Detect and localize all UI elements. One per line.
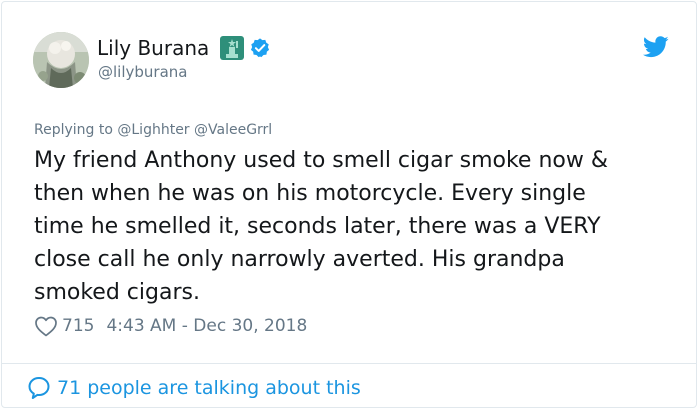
author-handle[interactable]: @lilyburana — [98, 63, 187, 81]
verified-badge-icon — [251, 38, 270, 58]
like-count[interactable]: 715 — [62, 316, 94, 336]
avatar[interactable] — [33, 32, 89, 88]
speech-bubble-icon — [28, 377, 50, 399]
conversation-link[interactable]: 71 people are talking about this — [26, 374, 361, 402]
conversation-link-text[interactable]: 71 people are talking about this — [57, 377, 361, 399]
tweet-meta-row: 715 4:43 AM - Dec 30, 2018 — [34, 313, 307, 339]
author-name-row[interactable]: Lily Burana — [97, 34, 271, 62]
reply-to-line[interactable]: Replying to @Lighhter @ValeeGrrl — [34, 122, 272, 138]
footer-divider — [2, 363, 696, 364]
tweet-timestamp[interactable]: 4:43 AM - Dec 30, 2018 — [106, 316, 307, 336]
tweet-card: Lily Burana @lilyburana Replying to @Lig… — [1, 1, 697, 408]
avatar-photo — [33, 32, 89, 88]
author-display-name[interactable]: Lily Burana — [97, 36, 209, 60]
twitter-bird-icon[interactable] — [643, 36, 669, 58]
tweet-text: My friend Anthony used to smell cigar sm… — [34, 148, 609, 305]
statue-of-liberty-icon — [220, 36, 245, 60]
heart-icon[interactable] — [34, 315, 58, 337]
